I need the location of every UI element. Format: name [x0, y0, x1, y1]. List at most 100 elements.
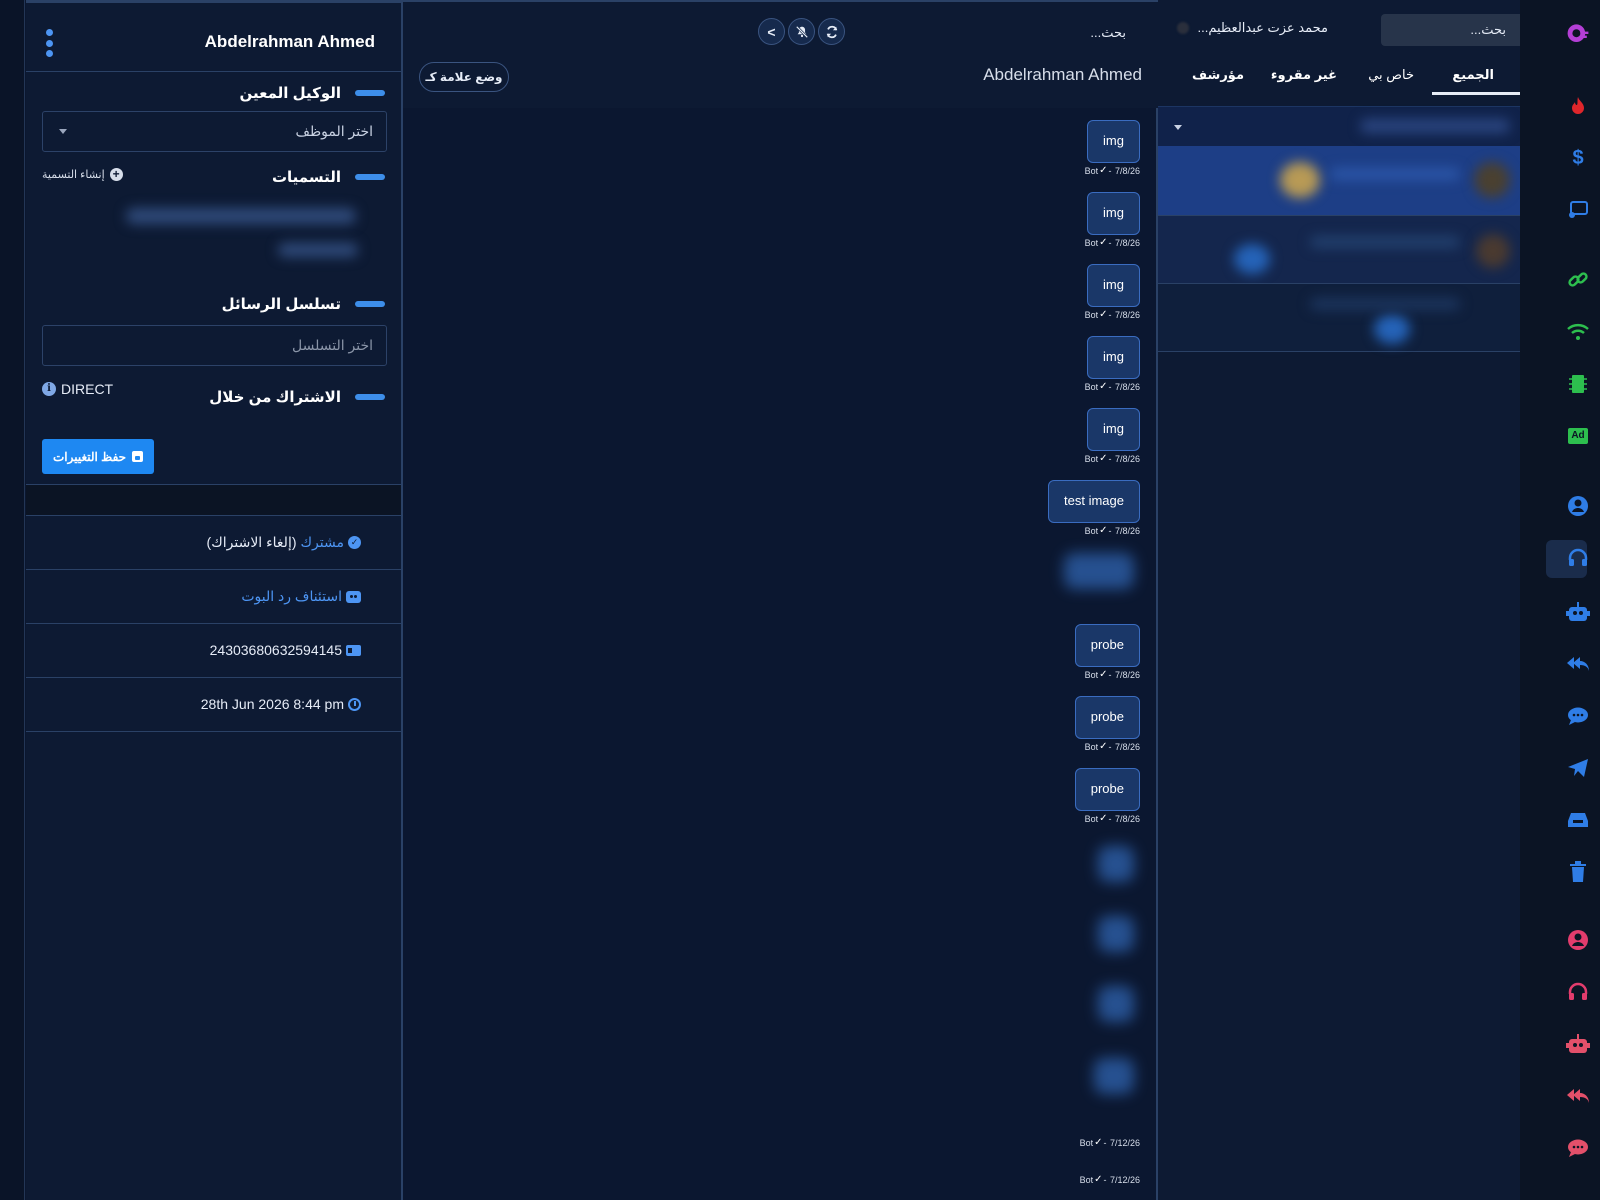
blurred-message: [1098, 916, 1134, 952]
subscription-status-row: ✓ مشترك (إلغاء الاشتراك): [26, 516, 401, 570]
blurred-label: [278, 243, 358, 257]
blurred-filter-text: [1360, 119, 1510, 133]
meta-date: 7/8/26: [1114, 453, 1140, 464]
tab-all[interactable]: الجميع: [1452, 67, 1494, 83]
mark-as-button[interactable]: وضع علامة كـ: [419, 62, 509, 92]
chat-search-input[interactable]: بحث...: [1090, 25, 1126, 41]
resume-bot-row[interactable]: استئناف رد البوت: [26, 570, 401, 624]
meta-date: 7/12/26: [1109, 1174, 1140, 1185]
refresh-icon: [826, 25, 837, 38]
blurred-text: [1310, 236, 1460, 248]
assigned-agent-select[interactable]: اختر الموظف: [42, 111, 387, 152]
reply-all-icon[interactable]: [1566, 1084, 1590, 1108]
robot-icon: [346, 590, 361, 603]
link-icon[interactable]: [1566, 268, 1590, 292]
conversation-search-input[interactable]: بحث...: [1381, 14, 1520, 46]
trash-icon[interactable]: [1566, 860, 1590, 884]
labels-title: التسميات: [271, 169, 341, 186]
meta-date: 7/8/26: [1114, 669, 1140, 680]
check-icon: ✓: [1099, 741, 1108, 752]
chip-icon[interactable]: [1566, 372, 1590, 396]
section-bar: [355, 174, 385, 180]
robot-icon[interactable]: [1566, 1032, 1590, 1056]
meta-date: 7/8/26: [1114, 381, 1140, 392]
comment-icon[interactable]: [1566, 704, 1590, 728]
subscribed-via-text: DIRECT: [61, 381, 114, 397]
check-icon: ✓: [1099, 309, 1108, 320]
create-label-button[interactable]: + إنشاء التسمية: [42, 168, 123, 181]
tab-archived[interactable]: مؤرشف: [1192, 67, 1244, 83]
meta-sender: Bot: [1079, 1137, 1094, 1148]
tab-mine[interactable]: خاص بي: [1368, 67, 1414, 83]
conversation-item[interactable]: [1158, 146, 1520, 216]
blurred-message: [1098, 846, 1134, 882]
left-gutter: [0, 0, 25, 1200]
unsubscribe-link[interactable]: (إلغاء الاشتراك): [207, 534, 297, 551]
message-meta: Bot ✓ - 7/12/26: [1079, 1137, 1140, 1148]
subscriber-id: 24303680632594145: [209, 642, 342, 658]
message-bubble: img: [1087, 336, 1140, 379]
inbox-icon[interactable]: [1566, 808, 1590, 832]
wifi-icon[interactable]: [1566, 320, 1590, 344]
ad-icon-text: Ad: [1568, 428, 1588, 444]
subscribed-date-row: 28th Jun 2026 8:44 pm: [26, 678, 401, 732]
sequence-placeholder: اختر التسلسل: [292, 337, 373, 353]
subscriber-id-row: 24303680632594145: [26, 624, 401, 678]
clock-icon: [348, 697, 361, 711]
message-meta: Bot ✓ - 7/8/26: [1084, 741, 1140, 752]
refresh-button[interactable]: [818, 18, 845, 45]
resume-bot-link[interactable]: استئناف رد البوت: [241, 588, 342, 605]
headset-icon[interactable]: [1566, 980, 1590, 1004]
message-meta: Bot ✓ - 7/8/26: [1084, 669, 1140, 680]
assigned-agent-placeholder: اختر الموظف: [295, 123, 374, 139]
details-header: Abdelrahman Ahmed: [26, 0, 401, 72]
conversation-item[interactable]: [1158, 216, 1520, 284]
meta-sender: Bot: [1084, 741, 1099, 752]
meta-sender: Bot: [1084, 453, 1099, 464]
bell-slash-icon: [795, 25, 808, 38]
dollar-icon[interactable]: $: [1566, 146, 1590, 170]
chevron-down-icon: [1174, 125, 1182, 130]
check-icon: ✓: [1099, 237, 1108, 248]
meta-date: 7/8/26: [1114, 165, 1140, 176]
broadcast-icon[interactable]: [1566, 198, 1590, 222]
message-meta: Bot ✓ - 7/8/26: [1084, 381, 1140, 392]
headset-icon[interactable]: [1566, 546, 1590, 570]
more-options-icon[interactable]: [44, 29, 54, 57]
mark-as-label: وضع علامة كـ: [425, 70, 503, 84]
fire-icon[interactable]: [1566, 94, 1590, 118]
logo-icon[interactable]: [1566, 22, 1590, 46]
meta-date: 7/12/26: [1109, 1137, 1140, 1148]
blurred-message: [1064, 553, 1134, 589]
comment-icon[interactable]: [1566, 1136, 1590, 1160]
send-icon[interactable]: [1566, 756, 1590, 780]
avatar: [1177, 22, 1190, 34]
reply-all-icon[interactable]: [1566, 652, 1590, 676]
assigned-agent-heading: الوكيل المعين: [240, 82, 385, 104]
robot-icon[interactable]: [1566, 600, 1590, 624]
agent-selector[interactable]: محمد عزت عبدالعظيم...: [1177, 20, 1328, 36]
sequence-title: تسلسل الرسائل: [221, 296, 341, 313]
user-icon[interactable]: [1566, 928, 1590, 952]
meta-date: 7/8/26: [1114, 237, 1140, 248]
section-bar: [355, 394, 385, 400]
send-back-button[interactable]: <: [758, 18, 785, 45]
meta-sender: Bot: [1079, 1174, 1094, 1185]
check-icon: ✓: [1099, 381, 1108, 392]
meta-date: 7/8/26: [1114, 813, 1140, 824]
sequence-select[interactable]: اختر التسلسل: [42, 325, 387, 366]
meta-date: 7/8/26: [1114, 525, 1140, 536]
blurred-label: [126, 208, 356, 224]
ad-icon[interactable]: Ad: [1566, 424, 1590, 448]
user-icon[interactable]: [1566, 494, 1590, 518]
message-bubble: probe: [1074, 624, 1140, 667]
message-meta: Bot ✓ - 7/8/26: [1084, 525, 1140, 536]
save-changes-button[interactable]: حفظ التغييرات: [42, 439, 154, 474]
avatar: [1280, 162, 1320, 198]
details-spacer: [26, 485, 401, 515]
conversation-filter[interactable]: [1158, 106, 1520, 146]
conversation-item[interactable]: [1158, 284, 1520, 352]
check-icon: ✓: [1099, 165, 1108, 176]
mute-bell-button[interactable]: [788, 18, 815, 45]
tab-unread[interactable]: غير مقروء: [1271, 67, 1337, 83]
